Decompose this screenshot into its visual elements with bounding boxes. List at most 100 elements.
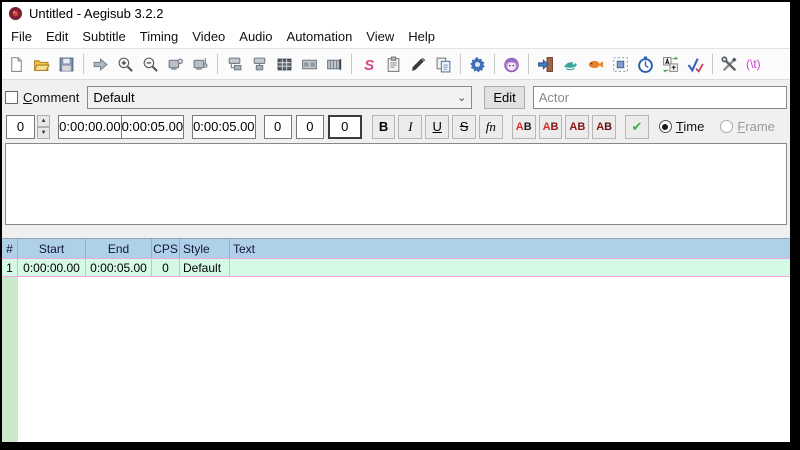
- toolbar-separator: [460, 54, 461, 74]
- aegisub-window: Untitled - Aegisub 3.2.2 File Edit Subti…: [2, 2, 790, 442]
- main-toolbar: S (\t): [2, 48, 790, 80]
- assdraw-icon[interactable]: [499, 51, 524, 77]
- subtitle-edit-panel: Comment Default ⌄ Edit 0 ▲ ▼ 0:00:00.00 …: [2, 80, 790, 228]
- spin-up-icon[interactable]: ▲: [37, 114, 51, 127]
- layer-field[interactable]: 0: [6, 114, 36, 139]
- grid-header-number[interactable]: #: [2, 239, 18, 258]
- video-zoom-icon[interactable]: [163, 51, 188, 77]
- grid-empty-area: [2, 277, 790, 442]
- grid-header-start[interactable]: Start: [18, 239, 86, 258]
- film-strip-a-icon[interactable]: [297, 51, 322, 77]
- menu-timing[interactable]: Timing: [133, 27, 186, 46]
- subtitle-row-1[interactable]: 1 0:00:00.00 0:00:05.00 0 Default: [2, 258, 790, 277]
- timing-post-processor-icon[interactable]: [633, 51, 658, 77]
- duration-field[interactable]: 0:00:05.00: [192, 114, 256, 139]
- underline-button[interactable]: U: [425, 114, 450, 139]
- open-folder-icon[interactable]: [29, 51, 54, 77]
- comment-checkbox[interactable]: [5, 90, 18, 104]
- end-time-field[interactable]: 0:00:05.00: [121, 114, 185, 139]
- strikeout-button[interactable]: S: [452, 114, 476, 139]
- zoom-out-icon[interactable]: [138, 51, 163, 77]
- primary-color-button[interactable]: AB: [511, 114, 536, 139]
- margin-vertical-field[interactable]: 0: [327, 114, 362, 139]
- title-bar: Untitled - Aegisub 3.2.2: [2, 2, 790, 25]
- splitter-sash[interactable]: [2, 228, 790, 239]
- jump-to-icon[interactable]: [533, 51, 558, 77]
- margin-right-field[interactable]: 0: [295, 114, 324, 139]
- save-icon[interactable]: [54, 51, 79, 77]
- row-style-cell: Default: [180, 259, 230, 276]
- font-button[interactable]: fn: [478, 114, 503, 139]
- margin-left-field[interactable]: 0: [263, 114, 292, 139]
- menu-edit[interactable]: Edit: [39, 27, 75, 46]
- snap-end-to-video-icon[interactable]: [247, 51, 272, 77]
- attachments-icon[interactable]: [381, 51, 406, 77]
- toolbar-separator: [217, 54, 218, 74]
- edit-style-button[interactable]: Edit: [484, 85, 525, 109]
- style-dropdown[interactable]: Default ⌄: [87, 85, 473, 109]
- resample-resolution-icon[interactable]: [608, 51, 633, 77]
- start-time-field[interactable]: 0:00:00.00: [58, 114, 122, 139]
- row-number-cell: 1: [2, 259, 18, 276]
- layer-spinner: ▲ ▼: [37, 114, 51, 139]
- automation-gear-icon[interactable]: [465, 51, 490, 77]
- menu-video[interactable]: Video: [185, 27, 232, 46]
- select-lines-icon[interactable]: [583, 51, 608, 77]
- aegisub-logo-icon: [8, 6, 23, 21]
- row-text-cell: [230, 259, 790, 276]
- video-zoom-out-icon[interactable]: [188, 51, 213, 77]
- subtitle-text-editor[interactable]: [5, 143, 787, 225]
- paste-over-icon[interactable]: [431, 51, 456, 77]
- edit-row-style: Comment Default ⌄ Edit: [5, 85, 787, 109]
- row-end-cell: 0:00:05.00: [86, 259, 152, 276]
- menu-subtitle[interactable]: Subtitle: [75, 27, 132, 46]
- screenshot-frame: Untitled - Aegisub 3.2.2 File Edit Subti…: [0, 0, 800, 450]
- spin-down-icon[interactable]: ▼: [37, 126, 51, 139]
- translation-assistant-icon[interactable]: [658, 51, 683, 77]
- menu-bar: File Edit Subtitle Timing Video Audio Au…: [2, 25, 790, 48]
- toolbar-separator: [494, 54, 495, 74]
- toolbar-separator: [528, 54, 529, 74]
- styles-manager-icon[interactable]: S: [356, 51, 381, 77]
- italic-button[interactable]: I: [398, 114, 423, 139]
- tag-tooltip-label: (\t): [746, 57, 761, 71]
- shadow-color-button[interactable]: AB: [592, 114, 617, 139]
- forward-arrow-icon[interactable]: [88, 51, 113, 77]
- toolbar-separator: [712, 54, 713, 74]
- grid-header-text[interactable]: Text: [230, 239, 790, 258]
- spell-checker-icon[interactable]: [683, 51, 708, 77]
- grid-header-style[interactable]: Style: [180, 239, 230, 258]
- time-radio[interactable]: Time: [658, 119, 710, 134]
- grid-header-cps[interactable]: CPS: [152, 239, 180, 258]
- new-file-icon[interactable]: [4, 51, 29, 77]
- grid-background[interactable]: [18, 277, 790, 442]
- menu-help[interactable]: Help: [401, 27, 442, 46]
- style-selected-value: Default: [93, 89, 135, 105]
- shift-times-icon[interactable]: [558, 51, 583, 77]
- actor-input[interactable]: [532, 85, 787, 109]
- svg-text:S: S: [364, 57, 374, 72]
- options-tools-icon[interactable]: [717, 51, 742, 77]
- outline-color-button[interactable]: AB: [565, 114, 590, 139]
- window-title: Untitled - Aegisub 3.2.2: [29, 6, 164, 21]
- menu-file[interactable]: File: [4, 27, 39, 46]
- chevron-down-icon: ⌄: [457, 91, 467, 104]
- commit-check-icon[interactable]: ✔: [625, 114, 649, 139]
- toolbar-separator: [83, 54, 84, 74]
- frame-radio: Frame: [720, 119, 781, 134]
- video-resolution-grid-icon[interactable]: [272, 51, 297, 77]
- snap-start-to-video-icon[interactable]: [222, 51, 247, 77]
- fonts-collector-icon[interactable]: [406, 51, 431, 77]
- menu-view[interactable]: View: [359, 27, 401, 46]
- line-number-strip: [2, 277, 18, 442]
- comment-label: Comment: [23, 89, 80, 105]
- menu-audio[interactable]: Audio: [232, 27, 279, 46]
- grid-header-end[interactable]: End: [86, 239, 152, 258]
- bold-button[interactable]: B: [371, 114, 396, 139]
- edit-row-timing: 0 ▲ ▼ 0:00:00.00 0:00:05.00 0:00:05.00 0…: [5, 114, 787, 139]
- secondary-color-button[interactable]: AB: [538, 114, 563, 139]
- menu-automation[interactable]: Automation: [280, 27, 360, 46]
- zoom-in-icon[interactable]: [113, 51, 138, 77]
- film-strip-b-icon[interactable]: [322, 51, 347, 77]
- grid-header-row: # Start End CPS Style Text: [2, 239, 790, 258]
